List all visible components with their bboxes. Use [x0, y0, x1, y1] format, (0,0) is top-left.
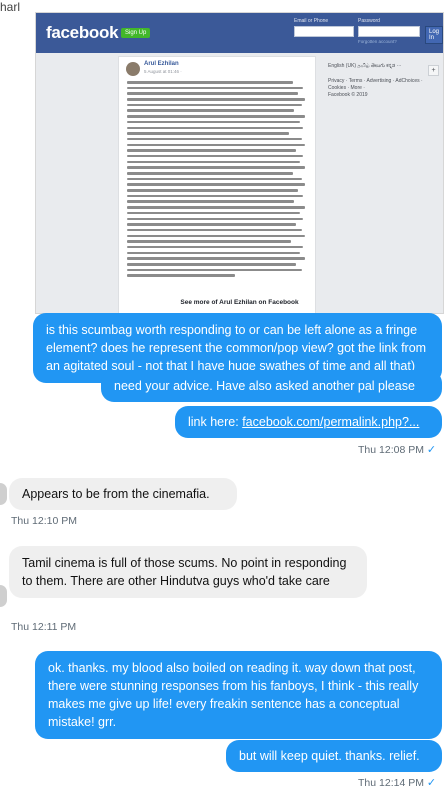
message-outgoing-link[interactable]: link here: facebook.com/permalink.php?..…: [175, 406, 442, 438]
fb-text-line: [127, 109, 295, 112]
fb-header-bar: facebook Sign Up Email or Phone Password…: [36, 13, 443, 53]
fb-text-line: [127, 263, 297, 266]
fb-text-line: [127, 223, 297, 226]
fb-text-line: [127, 98, 306, 101]
fb-text-line: [127, 149, 297, 152]
fb-text-line: [127, 81, 293, 84]
fb-email-label: Email or Phone: [294, 18, 329, 24]
fb-text-line: [127, 274, 235, 277]
fb-text-line: [127, 251, 300, 255]
timestamp: Thu 12:10 PM: [11, 515, 77, 527]
timestamp-text: Thu 12:10 PM: [11, 515, 77, 527]
fb-text-line: [127, 194, 304, 198]
fb-text-line: [127, 177, 302, 181]
message-outgoing[interactable]: but will keep quiet. thanks. relief.: [226, 740, 442, 772]
fb-see-more-caption: See more of Arul Ezhilan on Facebook: [180, 299, 299, 306]
fb-text-line: [127, 234, 306, 238]
contact-avatar: [0, 483, 7, 505]
message-outgoing[interactable]: ok. thanks. my blood also boiled on read…: [35, 651, 442, 739]
fb-text-line: [127, 200, 295, 203]
fb-text-line: [127, 172, 293, 175]
fb-text-line: [127, 268, 302, 272]
fb-text-line: [127, 166, 306, 169]
fb-text-line: [127, 206, 306, 209]
fb-text-line: [127, 211, 300, 215]
fb-text-line: [127, 245, 304, 249]
fb-text-line: [127, 92, 298, 95]
fb-post-text-block: [127, 81, 307, 280]
fb-post-date: 5 August at 01:46 ·: [144, 69, 182, 74]
fb-signup-button: Sign Up: [121, 28, 151, 38]
fb-copyright: Facebook © 2019: [328, 92, 368, 98]
fb-text-line: [127, 86, 304, 90]
fb-email-input: [294, 26, 354, 37]
timestamp: Thu 12:14 PM ✓: [358, 776, 436, 789]
message-text: need your advice. Have also asked anothe…: [114, 379, 415, 393]
fb-text-line: [127, 160, 300, 164]
shared-facebook-screenshot[interactable]: facebook Sign Up Email or Phone Password…: [35, 12, 444, 314]
fb-login-button: Log In: [425, 26, 443, 44]
timestamp-text: Thu 12:08 PM: [358, 444, 424, 456]
fb-text-line: [127, 183, 306, 186]
fb-author-avatar: [126, 62, 140, 76]
fb-text-line: [127, 120, 300, 124]
fb-footer-links: Privacy · Terms · Advertising · AdChoice…: [328, 78, 423, 91]
fb-logo: facebook: [46, 23, 119, 42]
timestamp: Thu 12:11 PM: [11, 621, 76, 633]
fb-text-line: [127, 143, 306, 147]
fb-author-name: Arul Ezhilan: [144, 61, 179, 67]
fb-text-line: [127, 137, 302, 141]
fb-password-input: [358, 26, 420, 37]
message-text: is this scumbag worth responding to or c…: [46, 323, 427, 373]
fb-text-line: [127, 154, 304, 158]
fb-post-card: Arul Ezhilan 5 August at 01:46 ·: [118, 56, 316, 313]
message-incoming[interactable]: Appears to be from the cinemafia.: [9, 478, 237, 510]
fb-text-line: [127, 115, 306, 118]
read-check-icon: ✓: [426, 444, 437, 456]
message-text: Appears to be from the cinemafia.: [22, 487, 210, 501]
fb-text-line: [127, 257, 306, 260]
fb-text-line: [127, 217, 304, 220]
message-incoming[interactable]: Tamil cinema is full of those scums. No …: [9, 546, 367, 598]
permalink-link[interactable]: facebook.com/permalink.php?...: [242, 415, 419, 429]
fb-text-line: [127, 126, 304, 129]
fb-text-line: [127, 189, 298, 192]
timestamp-text: Thu 12:14 PM: [358, 777, 424, 789]
fb-text-line: [127, 228, 302, 232]
timestamp: Thu 12:08 PM ✓: [358, 443, 436, 456]
fb-right-sidebar: English (UK) தமிழ் తెలుగు ಕನ್ನಡ ··· Priv…: [328, 63, 440, 99]
fb-forgot-link: Forgotten account?: [358, 39, 397, 44]
timestamp-text: Thu 12:11 PM: [11, 621, 77, 633]
fb-text-line: [127, 240, 291, 243]
message-outgoing[interactable]: need your advice. Have also asked anothe…: [101, 370, 442, 402]
message-text: but will keep quiet. thanks. relief.: [239, 749, 420, 763]
fb-language-list: English (UK) தமிழ் తెలుగు ಕನ್ನಡ ···: [328, 63, 402, 69]
message-text: link here:: [188, 415, 243, 429]
read-check-icon: ✓: [426, 777, 437, 789]
contact-name: harl: [0, 0, 21, 14]
fb-text-line: [127, 132, 289, 135]
message-text: ok. thanks. my blood also boiled on read…: [48, 661, 419, 729]
fb-add-language-icon: +: [428, 65, 439, 76]
fb-password-label: Password: [358, 18, 380, 24]
fb-text-line: [127, 103, 302, 107]
message-text: Tamil cinema is full of those scums. No …: [22, 556, 347, 588]
contact-avatar: [0, 585, 7, 607]
